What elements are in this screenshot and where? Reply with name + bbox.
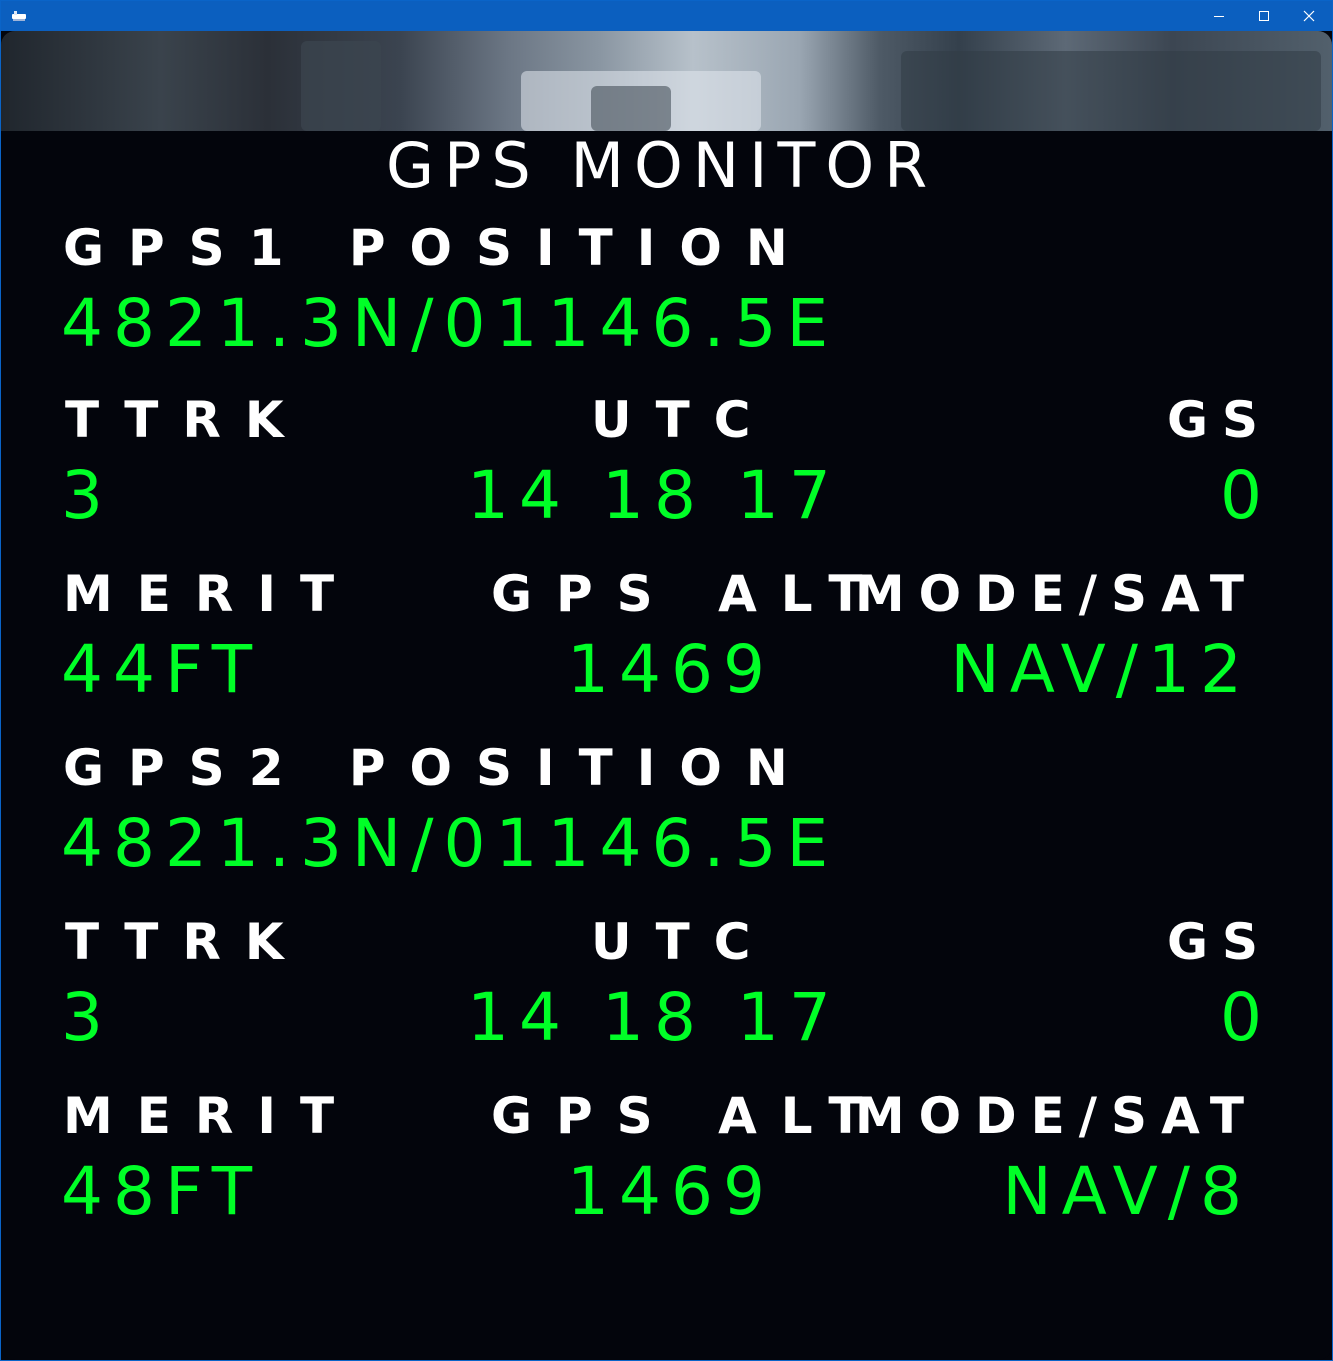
title-bar[interactable] xyxy=(1,1,1332,31)
page-title: GPS MONITOR xyxy=(386,129,938,202)
gps1-utc-label: UTC xyxy=(591,391,775,449)
maximize-button[interactable] xyxy=(1241,1,1287,31)
gps2-ttrk-value: 3 xyxy=(61,979,113,1056)
gps2-position-value: 4821.3N/01146.5E xyxy=(61,805,839,882)
mcdu-screen: GPS MONITOR GPS1 POSITION 4821.3N/01146.… xyxy=(1,131,1332,1360)
gps2-gps-alt-value: 1469 xyxy=(567,1153,775,1230)
close-button[interactable] xyxy=(1286,1,1332,31)
cockpit-background-image xyxy=(1,31,1332,131)
maximize-icon xyxy=(1259,11,1269,21)
gps2-gs-value: 0 xyxy=(1220,979,1262,1056)
gps1-merit-value: 44FT xyxy=(61,631,263,708)
gps2-mode-sat-label: MODE/SAT xyxy=(854,1087,1258,1145)
gps1-mode-sat-label: MODE/SAT xyxy=(854,565,1258,623)
gps2-merit-value: 48FT xyxy=(61,1153,263,1230)
gps1-ttrk-label: TTRK xyxy=(65,391,308,449)
app-window: GPS MONITOR GPS1 POSITION 4821.3N/01146.… xyxy=(0,0,1333,1361)
aircraft-app-icon xyxy=(12,11,26,21)
gps1-position-value: 4821.3N/01146.5E xyxy=(61,285,839,362)
gps1-gs-label: GS xyxy=(1166,391,1272,449)
gps2-utc-label: UTC xyxy=(591,913,775,971)
gps1-ttrk-value: 3 xyxy=(61,457,113,534)
gps1-position-label: GPS1 POSITION xyxy=(63,219,812,277)
gps1-gs-value: 0 xyxy=(1220,457,1262,534)
minimize-button[interactable] xyxy=(1196,1,1242,31)
gps1-mode-sat-value: NAV/12 xyxy=(950,631,1252,708)
gps2-utc-value: 14 18 17 xyxy=(467,979,841,1056)
minimize-icon xyxy=(1214,16,1224,17)
background-panel xyxy=(901,51,1321,131)
background-panel xyxy=(301,41,381,131)
gps2-merit-label: MERIT xyxy=(63,1087,359,1145)
gps2-gs-label: GS xyxy=(1166,913,1272,971)
gps2-ttrk-label: TTRK xyxy=(65,913,308,971)
background-panel xyxy=(591,86,671,131)
close-icon xyxy=(1303,10,1315,22)
gps1-merit-label: MERIT xyxy=(63,565,359,623)
gps1-gps-alt-label: GPS ALT xyxy=(491,565,887,623)
gps1-utc-value: 14 18 17 xyxy=(467,457,841,534)
gps2-mode-sat-value: NAV/8 xyxy=(1002,1153,1252,1230)
gps1-gps-alt-value: 1469 xyxy=(567,631,775,708)
gps2-position-label: GPS2 POSITION xyxy=(63,739,812,797)
gps2-gps-alt-label: GPS ALT xyxy=(491,1087,887,1145)
